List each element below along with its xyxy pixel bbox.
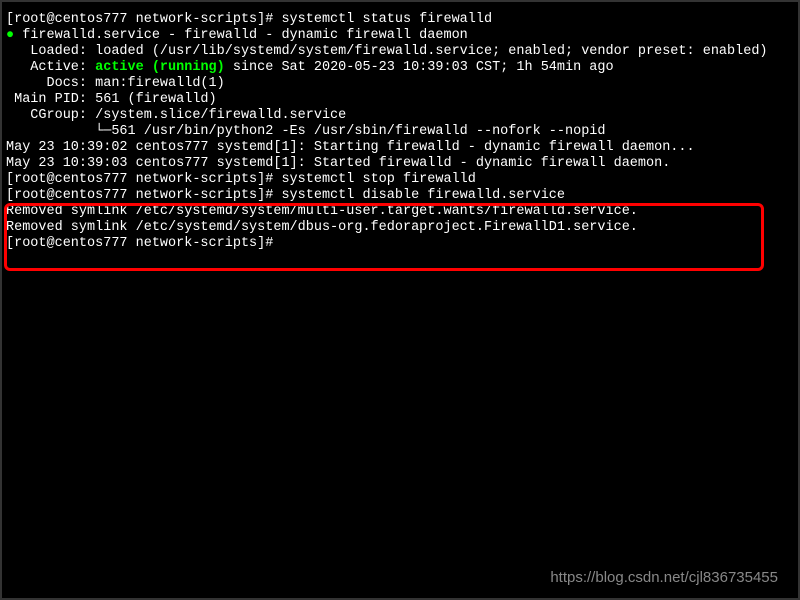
shell-prompt: [root@centos777 network-scripts]#: [6, 172, 281, 187]
service-name: firewalld.service - firewalld - dynamic …: [22, 28, 468, 43]
service-header: ● firewalld.service - firewalld - dynami…: [6, 28, 794, 44]
prompt-line: [root@centos777 network-scripts]# system…: [6, 12, 794, 28]
prompt-line: [root@centos777 network-scripts]# system…: [6, 172, 794, 188]
log-line: May 23 10:39:02 centos777 systemd[1]: St…: [6, 140, 794, 156]
command-text: systemctl stop firewalld: [281, 172, 475, 187]
watermark-text: https://blog.csdn.net/cjl836735455: [550, 570, 778, 586]
docs-line: Docs: man:firewalld(1): [6, 76, 794, 92]
active-timestamp: since Sat 2020-05-23 10:39:03 CST; 1h 54…: [225, 60, 614, 75]
shell-prompt: [root@centos777 network-scripts]#: [6, 12, 281, 27]
active-label: Active:: [6, 60, 95, 75]
command-text: systemctl status firewalld: [281, 12, 492, 27]
cgroup-line: CGroup: /system.slice/firewalld.service: [6, 108, 794, 124]
shell-prompt: [root@centos777 network-scripts]#: [6, 188, 281, 203]
output-line: Removed symlink /etc/systemd/system/mult…: [6, 204, 794, 220]
cgroup-process: └─561 /usr/bin/python2 -Es /usr/sbin/fir…: [6, 124, 794, 140]
active-status: active (running): [95, 60, 225, 75]
shell-prompt: [root@centos777 network-scripts]#: [6, 236, 281, 251]
status-bullet-icon: ●: [6, 28, 22, 43]
prompt-line: [root@centos777 network-scripts]#: [6, 236, 794, 252]
output-line: Removed symlink /etc/systemd/system/dbus…: [6, 220, 794, 236]
loaded-line: Loaded: loaded (/usr/lib/systemd/system/…: [6, 44, 794, 60]
prompt-line: [root@centos777 network-scripts]# system…: [6, 188, 794, 204]
active-line: Active: active (running) since Sat 2020-…: [6, 60, 794, 76]
log-line: May 23 10:39:03 centos777 systemd[1]: St…: [6, 156, 794, 172]
pid-line: Main PID: 561 (firewalld): [6, 92, 794, 108]
terminal-output[interactable]: [root@centos777 network-scripts]# system…: [6, 12, 794, 252]
command-text: systemctl disable firewalld.service: [281, 188, 565, 203]
